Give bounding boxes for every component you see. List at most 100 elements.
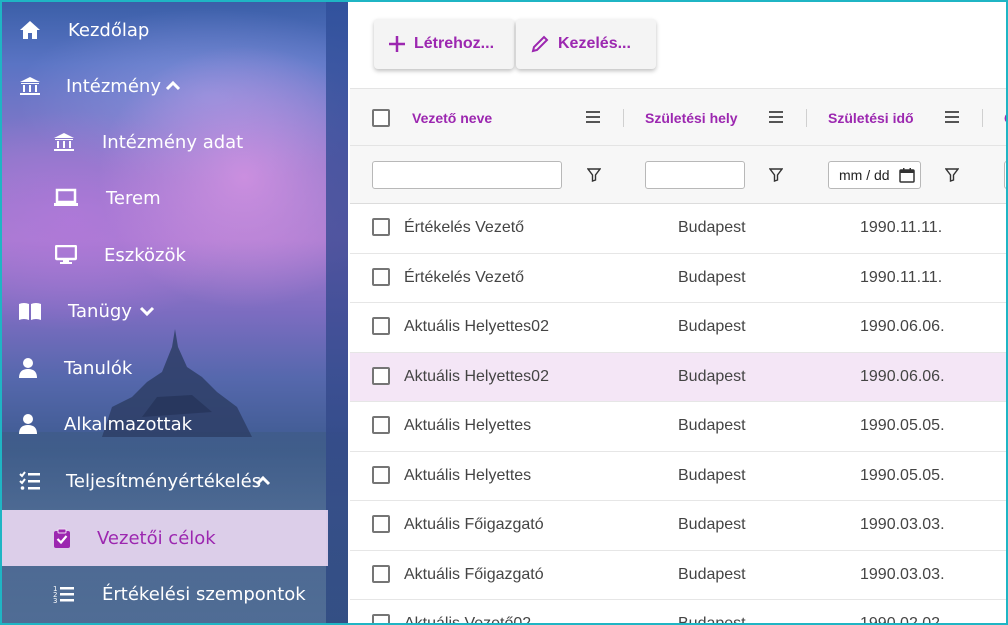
filter-icon[interactable] [587,168,601,182]
sidebar-item-evaluation-criteria[interactable]: 123 Értékelési szempontok [2,566,328,622]
sidebar-item-performance-review[interactable]: Teljesítményértékelés [2,453,328,509]
sidebar-item-institution[interactable]: Intézmény [2,58,328,114]
calendar-icon[interactable] [899,167,915,186]
select-all-checkbox[interactable] [372,109,390,127]
date-placeholder: mm / dd [839,167,890,183]
birth-place-filter-input[interactable] [645,161,745,189]
app-frame: Kezdőlap Intézmény Intézmény adat Terem [0,0,1008,625]
sidebar-item-label: Értékelési szempontok [102,583,306,605]
cell-leader-name: Aktuális Helyettes02 [404,318,549,335]
column-separator[interactable] [982,109,983,127]
column-menu-icon[interactable] [945,111,959,123]
cell-leader-name: Értékelés Vezető [404,268,525,286]
column-header-overflow: C [1004,110,1006,126]
institution-icon [18,74,42,98]
sidebar-item-label: Intézmény adat [102,131,244,153]
row-checkbox[interactable] [372,515,390,533]
cell-birth-date: 1990.11.11. [860,219,943,236]
home-icon [18,18,42,42]
cell-birth-date: 1990.03.03. [860,565,945,583]
sidebar-item-label: Alkalmazottak [64,413,193,435]
cell-birth-date: 1990.05.05. [860,417,945,434]
table-row[interactable]: Értékelés Vezető Budapest 1990.11.11. [350,204,1006,254]
sidebar-item-label: Intézmény [66,75,161,97]
column-header-birth-date[interactable]: Születési idő [828,110,914,126]
row-checkbox[interactable] [372,218,390,236]
row-checkbox[interactable] [372,317,390,335]
filter-icon[interactable] [769,168,783,182]
sidebar-item-label: Terem [106,187,161,209]
cell-leader-name: Aktuális Főigazgató [404,565,544,583]
sidebar-item-students[interactable]: Tanulók [2,340,328,396]
sidebar-item-label: Tanulók [64,357,133,379]
sidebar-item-label: Eszközök [104,244,186,266]
overflow-filter-input[interactable] [1004,161,1006,189]
create-button-label: Létrehoz... [414,35,495,52]
cell-birth-place: Budapest [678,565,746,583]
svg-text:3: 3 [53,597,57,604]
sidebar-item-devices[interactable]: Eszközök [2,227,328,283]
row-checkbox[interactable] [372,564,390,583]
row-checkbox[interactable] [372,366,390,385]
manage-button[interactable]: Kezelés... [516,19,656,69]
leader-name-filter-input[interactable] [372,161,562,189]
row-checkbox[interactable] [372,465,390,484]
cell-leader-name: Értékelés Vezető [404,219,525,236]
cell-birth-place: Budapest [678,516,746,533]
cell-birth-place: Budapest [678,219,746,236]
plus-icon [388,35,406,53]
cell-birth-date: 1990.03.03. [860,516,945,533]
toolbar: Létrehoz... Kezelés... [350,2,1006,88]
row-checkbox[interactable] [372,614,390,623]
table-row[interactable]: Aktuális Helyettes02 Budapest 1990.06.06. [350,352,1006,402]
cell-leader-name: Aktuális Helyettes [404,417,532,434]
sidebar-item-home[interactable]: Kezdőlap [2,2,328,58]
list-icon: 123 [52,582,76,606]
column-menu-icon[interactable] [586,111,600,123]
sidebar-item-leader-goals[interactable]: Vezetői célok [2,510,328,566]
table-row[interactable]: Aktuális Vezető02 Budapest 1990.02.02. [350,600,1006,623]
cell-leader-name: Aktuális Főigazgató [404,516,544,533]
user-icon [16,412,40,436]
column-separator[interactable] [623,109,624,127]
pencil-icon [530,34,550,54]
create-button[interactable]: Létrehoz... [374,19,514,69]
checklist-icon [18,469,42,493]
cell-birth-date: 1990.05.05. [860,466,945,484]
column-header-leader-name[interactable]: Vezető neve [412,110,492,126]
table-row[interactable]: Aktuális Helyettes Budapest 1990.05.05. [350,402,1006,452]
column-menu-icon[interactable] [769,111,783,123]
column-separator[interactable] [806,109,807,127]
sidebar: Kezdőlap Intézmény Intézmény adat Terem [2,2,348,623]
monitor-icon [54,243,78,267]
user-icon [16,356,40,380]
grid-filter-row: mm / dd [350,146,1006,204]
cell-birth-place: Budapest [678,268,746,286]
table-row[interactable]: Aktuális Helyettes Budapest 1990.05.05. [350,451,1006,501]
sidebar-item-institution-data[interactable]: Intézmény adat [2,114,328,170]
chevron-up-icon [165,80,181,91]
cell-birth-place: Budapest [678,466,746,484]
institution-icon [52,130,76,154]
column-header-birth-place[interactable]: Születési hely [645,110,738,126]
clipboard-check-icon [50,526,74,550]
sidebar-scroll-strip [326,2,348,623]
cell-birth-date: 1990.06.06. [860,367,945,385]
sidebar-item-education[interactable]: Tanügy [2,283,328,339]
sidebar-item-employees[interactable]: Alkalmazottak [2,396,328,452]
row-checkbox[interactable] [372,267,390,286]
cell-birth-place: Budapest [678,417,746,434]
row-checkbox[interactable] [372,416,390,434]
table-row[interactable]: Aktuális Főigazgató Budapest 1990.03.03. [350,501,1006,551]
table-row[interactable]: Aktuális Helyettes02 Budapest 1990.06.06. [350,303,1006,353]
table-row[interactable]: Aktuális Főigazgató Budapest 1990.03.03. [350,550,1006,600]
filter-icon[interactable] [945,168,959,182]
laptop-icon [54,186,78,210]
chevron-down-icon [139,306,155,317]
grid-header: Vezető neve Születési hely Születési idő… [350,88,1006,146]
sidebar-item-room[interactable]: Terem [2,170,328,226]
sidebar-item-label: Kezdőlap [68,19,150,41]
cell-birth-place: Budapest [678,367,746,385]
birth-date-filter-input[interactable]: mm / dd [828,161,921,189]
table-row[interactable]: Értékelés Vezető Budapest 1990.11.11. [350,253,1006,303]
